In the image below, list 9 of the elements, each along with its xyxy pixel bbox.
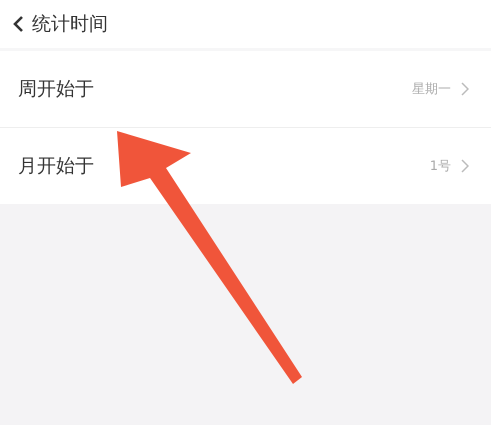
setting-value: 1号	[430, 158, 451, 175]
page-title: 统计时间	[32, 12, 108, 37]
setting-value: 星期一	[412, 81, 451, 98]
back-icon[interactable]	[12, 15, 24, 33]
setting-label: 月开始于	[18, 154, 95, 179]
setting-label: 周开始于	[18, 77, 95, 102]
settings-row[interactable]: 周开始于 星期一	[0, 48, 491, 127]
chevron-icon	[461, 82, 469, 96]
chevron-icon	[461, 159, 469, 173]
